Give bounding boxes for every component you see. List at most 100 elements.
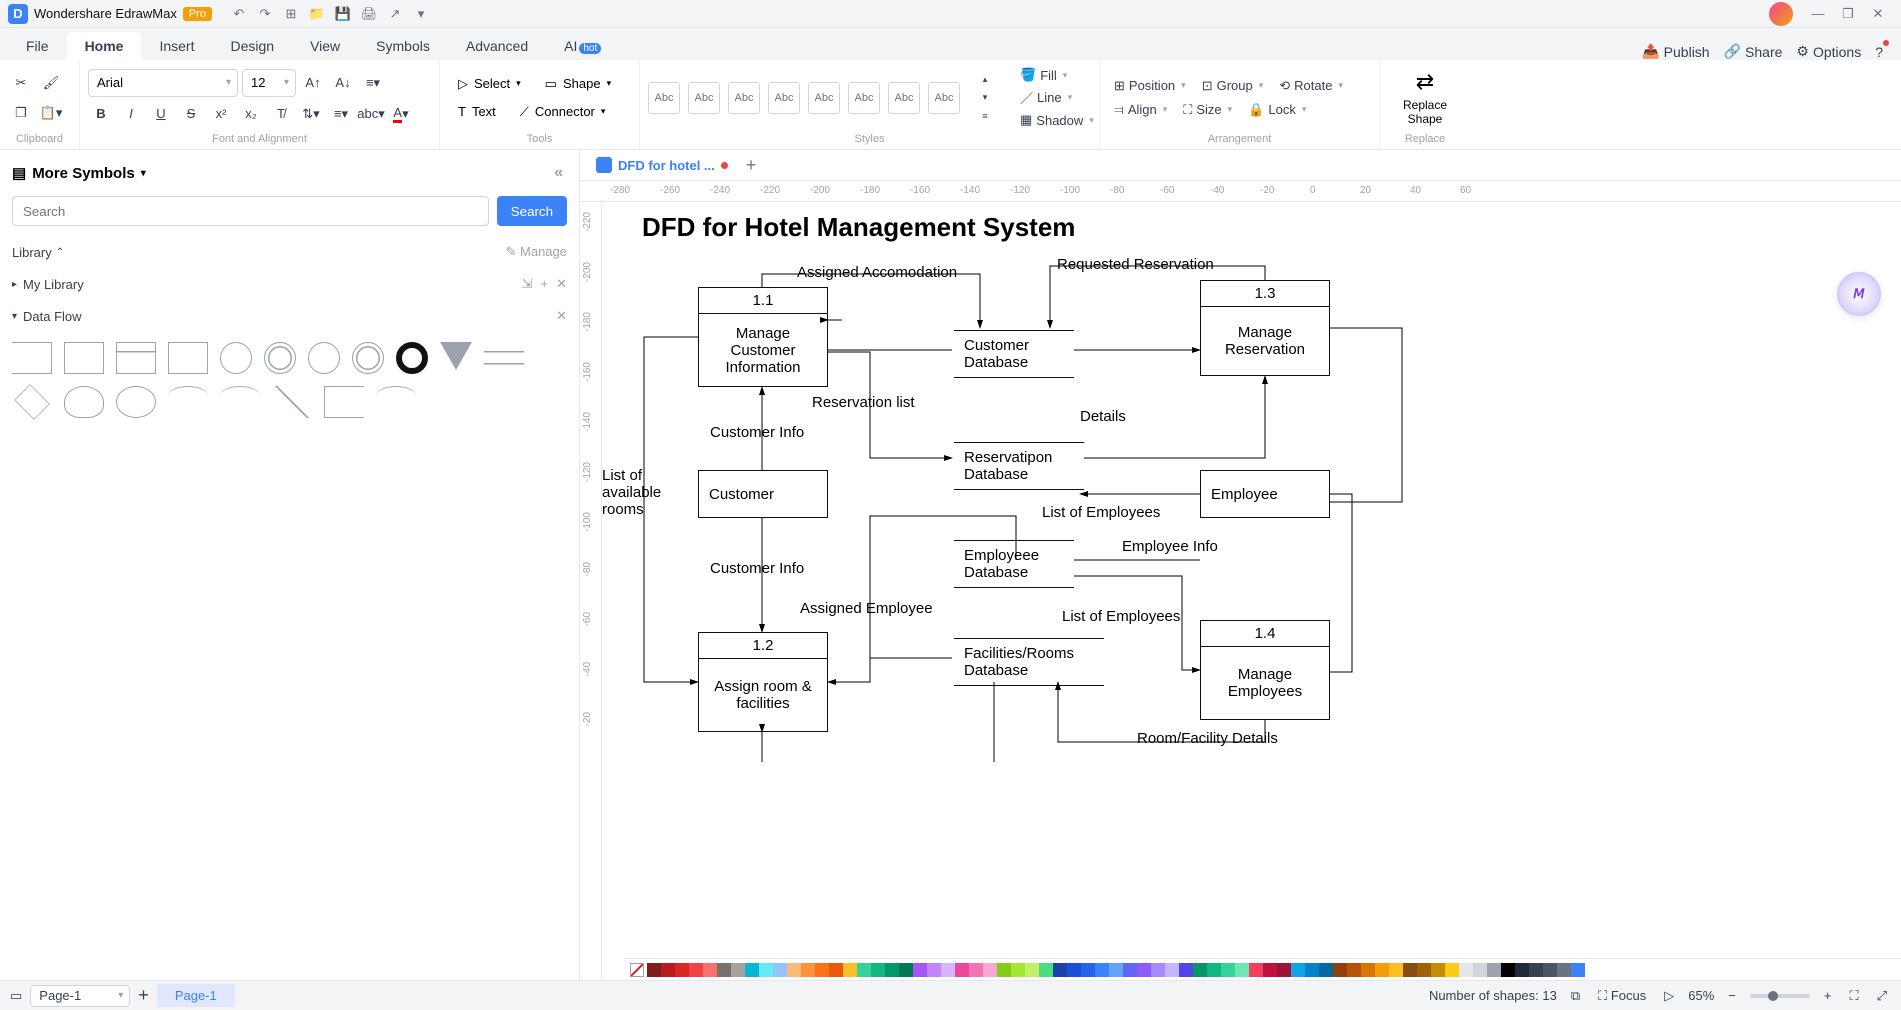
new-icon[interactable]: ⊞ [278, 3, 304, 25]
zoom-slider[interactable] [1750, 994, 1810, 998]
color-swatch[interactable] [1011, 963, 1025, 977]
style-expand-icon[interactable]: ≡ [972, 108, 998, 124]
process-1-1[interactable]: 1.1Manage Customer Information [698, 287, 828, 387]
style-preset-1[interactable]: Abc [688, 82, 720, 114]
color-swatch[interactable] [1417, 963, 1431, 977]
publish-button[interactable]: 📤Publish [1642, 43, 1709, 60]
color-swatch[interactable] [1529, 963, 1543, 977]
flow-assigned-accom[interactable]: Assigned Accomodation [797, 264, 957, 281]
zoom-in-button[interactable]: + [1820, 986, 1836, 1005]
add-tab-button[interactable]: + [746, 155, 757, 176]
increase-font-icon[interactable]: A↑ [300, 70, 326, 96]
color-swatch[interactable] [815, 963, 829, 977]
help-button[interactable]: ? [1875, 44, 1883, 60]
style-preset-6[interactable]: Abc [888, 82, 920, 114]
close-section-icon[interactable]: ✕ [556, 308, 567, 324]
color-swatch[interactable] [1361, 963, 1375, 977]
color-swatch[interactable] [1221, 963, 1235, 977]
menu-view[interactable]: View [292, 32, 358, 60]
process-1-4[interactable]: 1.4Manage Employees [1200, 620, 1330, 720]
color-swatch[interactable] [731, 963, 745, 977]
style-preset-4[interactable]: Abc [808, 82, 840, 114]
options-button[interactable]: ⚙Options [1796, 43, 1861, 60]
underline-icon[interactable]: U [148, 101, 174, 127]
open-icon[interactable]: 📁 [304, 3, 330, 25]
ai-assistant-button[interactable]: 𝘔 [1837, 272, 1881, 316]
style-preset-7[interactable]: Abc [928, 82, 960, 114]
page-tab[interactable]: Page-1 [157, 984, 235, 1007]
menu-home[interactable]: Home [67, 32, 142, 60]
color-swatch[interactable] [759, 963, 773, 977]
color-swatch[interactable] [997, 963, 1011, 977]
library-header[interactable]: Library ⌃ ✎ Manage [0, 236, 579, 268]
flow-emp-info[interactable]: Employee Info [1122, 538, 1218, 555]
flow-requested-res[interactable]: Requested Reservation [1057, 256, 1214, 273]
color-swatch[interactable] [969, 963, 983, 977]
shape-triangle[interactable] [440, 342, 472, 370]
color-swatch[interactable] [1487, 963, 1501, 977]
flow-list-emp-2[interactable]: List of Employees [1062, 608, 1180, 625]
align-dropdown[interactable]: ⫤ Align▾ [1108, 100, 1173, 120]
flow-assigned-emp[interactable]: Assigned Employee [800, 600, 933, 617]
menu-advanced[interactable]: Advanced [448, 32, 546, 60]
color-swatch[interactable] [1305, 963, 1319, 977]
add-lib-icon[interactable]: + [541, 276, 549, 292]
decrease-font-icon[interactable]: A↓ [330, 70, 356, 96]
drawing-canvas[interactable]: DFD for Hotel Management System 1.1Manag… [602, 202, 1901, 980]
flow-customer-info-1[interactable]: Customer Info [710, 424, 804, 441]
share-button[interactable]: 🔗Share [1724, 43, 1783, 60]
size-dropdown[interactable]: ⛶ Size▾ [1177, 100, 1238, 120]
shape-curve[interactable] [376, 386, 416, 406]
shape-datastore[interactable] [484, 342, 524, 374]
layers-icon[interactable]: ⧉ [1567, 986, 1584, 1006]
line-dropdown[interactable]: ／ Line▾ [1014, 86, 1100, 109]
no-fill-swatch[interactable] [630, 963, 644, 977]
color-swatch[interactable] [1193, 963, 1207, 977]
color-swatch[interactable] [1571, 963, 1585, 977]
color-swatch[interactable] [1515, 963, 1529, 977]
color-swatch[interactable] [1053, 963, 1067, 977]
color-swatch[interactable] [1263, 963, 1277, 977]
color-swatch[interactable] [871, 963, 885, 977]
shape-tool[interactable]: ▭ Shape ▾ [535, 72, 621, 96]
color-swatch[interactable] [703, 963, 717, 977]
diagram-title[interactable]: DFD for Hotel Management System [642, 212, 1075, 243]
shape-rect-header[interactable] [116, 342, 156, 374]
my-library-row[interactable]: ▸My Library ⇲ + ✕ [0, 268, 579, 300]
color-swatch[interactable] [773, 963, 787, 977]
text-tool[interactable]: T Text [448, 100, 506, 123]
process-1-3[interactable]: 1.3Manage Reservation [1200, 280, 1330, 376]
cut-icon[interactable]: ✂ [8, 70, 34, 96]
menu-file[interactable]: File [8, 32, 67, 60]
color-swatch[interactable] [1179, 963, 1193, 977]
shape-rect[interactable] [64, 342, 104, 374]
color-swatch[interactable] [1109, 963, 1123, 977]
color-swatch[interactable] [1081, 963, 1095, 977]
color-swatch[interactable] [1473, 963, 1487, 977]
font-color-icon[interactable]: A▾ [388, 101, 414, 127]
italic-icon[interactable]: I [118, 101, 144, 127]
symbol-search-button[interactable]: Search [497, 196, 567, 226]
save-icon[interactable]: 💾 [330, 3, 356, 25]
style-preset-0[interactable]: Abc [648, 82, 680, 114]
color-swatch[interactable] [1165, 963, 1179, 977]
shape-circle[interactable] [220, 342, 252, 374]
maximize-button[interactable]: ❐ [1833, 6, 1863, 22]
redo-icon[interactable]: ↷ [252, 3, 278, 25]
close-lib-icon[interactable]: ✕ [556, 276, 567, 292]
color-swatch[interactable] [1375, 963, 1389, 977]
group-dropdown[interactable]: ⊡ Group▾ [1196, 76, 1270, 96]
color-swatch[interactable] [689, 963, 703, 977]
zoom-out-button[interactable]: − [1724, 986, 1740, 1005]
color-swatch[interactable] [1207, 963, 1221, 977]
flow-room-details[interactable]: Room/Facility Details [1137, 730, 1278, 747]
color-swatch[interactable] [647, 963, 661, 977]
export-icon[interactable]: ↗ [382, 3, 408, 25]
bold-icon[interactable]: B [88, 101, 114, 127]
color-swatch[interactable] [1333, 963, 1347, 977]
dataflow-section-header[interactable]: ▾Data Flow ✕ [0, 300, 579, 332]
strikethrough-icon[interactable]: S [178, 101, 204, 127]
copy-icon[interactable]: ❐ [8, 100, 34, 126]
select-tool[interactable]: ▷ Select ▾ [448, 72, 531, 96]
color-swatch[interactable] [1403, 963, 1417, 977]
